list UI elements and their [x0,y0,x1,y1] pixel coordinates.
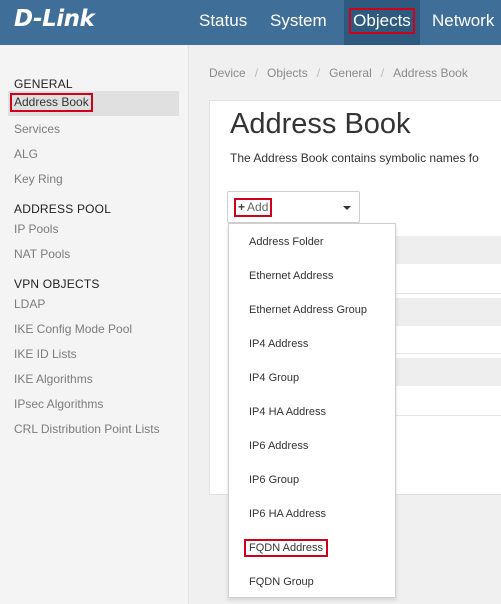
tab-objects-label: Objects [349,8,415,34]
add-dropdown-menu: Address Folder Ethernet Address Ethernet… [228,223,396,598]
sidebar-item-ldap[interactable]: LDAP [14,297,45,311]
sidebar-item-ipsec-algorithms[interactable]: IPsec Algorithms [14,397,103,411]
add-button[interactable]: + Add [227,191,360,223]
page-description: The Address Book contains symbolic names… [230,151,479,165]
breadcrumb-general[interactable]: General [329,66,372,80]
table-row[interactable] [396,266,501,294]
breadcrumb-separator: / [316,66,321,80]
add-button-label: + Add [233,198,273,217]
tab-status[interactable]: Status [199,0,247,45]
breadcrumb-separator: / [380,66,385,80]
menu-item-ip4-group[interactable]: IP4 Group [249,371,299,385]
menu-item-ethernet-address[interactable]: Ethernet Address [249,269,333,283]
tab-network[interactable]: Network [432,0,494,45]
sidebar-item-label: Address Book [10,93,93,112]
sidebar-item-address-book[interactable]: Address Book [8,91,179,116]
menu-item-ip4-address[interactable]: IP4 Address [249,337,308,351]
table-row[interactable] [396,388,501,416]
sidebar-item-nat-pools[interactable]: NAT Pools [14,247,70,261]
table-group-row [396,358,501,386]
sidebar-item-key-ring[interactable]: Key Ring [14,172,63,186]
sidebar-section-address-pool: ADDRESS POOL [14,202,112,216]
breadcrumb: Device / Objects / General / Address Book [209,66,468,80]
breadcrumb-device[interactable]: Device [209,66,246,80]
menu-item-ip4-ha-address[interactable]: IP4 HA Address [249,405,326,419]
tab-objects[interactable]: Objects [344,0,420,45]
sidebar-item-ike-id-lists[interactable]: IKE ID Lists [14,347,77,361]
breadcrumb-separator: / [254,66,259,80]
top-navigation-bar: D-Link Status System Objects Network [0,0,501,45]
menu-item-ip6-group[interactable]: IP6 Group [249,473,299,487]
plus-icon: + [238,200,246,214]
table-header-row [396,236,501,264]
tab-system[interactable]: System [270,0,327,45]
chevron-down-icon [343,206,351,210]
table-group-row [396,298,501,326]
menu-item-address-folder[interactable]: Address Folder [249,235,324,249]
menu-item-ip6-ha-address[interactable]: IP6 HA Address [249,507,326,521]
menu-item-fqdn-address[interactable]: FQDN Address [244,539,328,557]
sidebar-item-ike-algorithms[interactable]: IKE Algorithms [14,372,93,386]
sidebar-item-services[interactable]: Services [14,122,60,136]
sidebar-section-vpn-objects: VPN OBJECTS [14,277,100,291]
breadcrumb-objects[interactable]: Objects [267,66,308,80]
menu-item-ethernet-address-group[interactable]: Ethernet Address Group [249,303,367,317]
sidebar-item-ip-pools[interactable]: IP Pools [14,222,58,236]
breadcrumb-address-book: Address Book [393,66,468,80]
table-row[interactable] [396,326,501,354]
sidebar-item-alg[interactable]: ALG [14,147,38,161]
menu-item-ip6-address[interactable]: IP6 Address [249,439,308,453]
sidebar-item-crl-distribution-point-lists[interactable]: CRL Distribution Point Lists [14,422,160,436]
sidebar-section-general: GENERAL [14,77,73,91]
menu-item-fqdn-group[interactable]: FQDN Group [249,575,314,589]
page-title: Address Book [230,108,411,140]
sidebar-item-ike-config-mode-pool[interactable]: IKE Config Mode Pool [14,322,132,336]
dlink-logo: D-Link [14,6,95,32]
